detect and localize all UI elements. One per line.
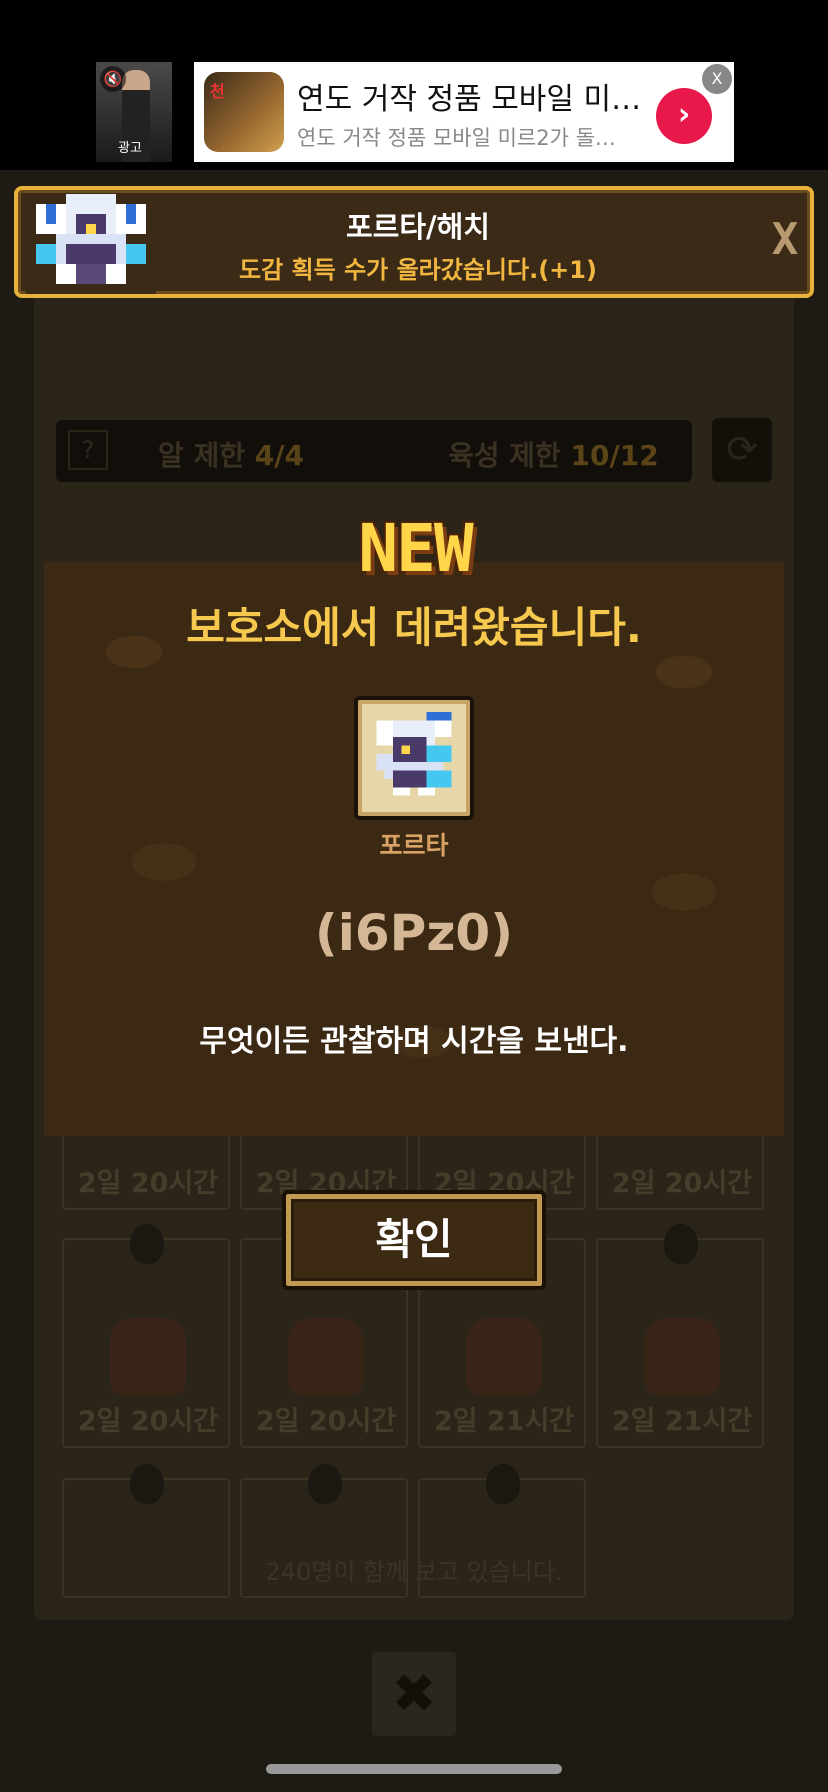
help-button[interactable]: ? xyxy=(68,430,108,470)
pet-name: 포르타 xyxy=(379,831,449,860)
collection-notification: 포르타/해치 도감 획득 수가 올라갔습니다.(+1) X xyxy=(14,186,814,298)
pet-card[interactable] xyxy=(354,696,474,820)
ad-app-logo: 천 xyxy=(204,72,284,152)
new-badge: NEW xyxy=(358,510,473,587)
ad-video-thumbnail[interactable]: 🔇 광고 xyxy=(96,62,172,162)
monster-icon xyxy=(110,1318,186,1396)
ad-open-button[interactable]: › xyxy=(656,88,712,144)
close-screen-button[interactable]: ✖ xyxy=(372,1652,456,1736)
egg-icon xyxy=(664,1224,698,1264)
ad-close-button[interactable]: X xyxy=(702,64,732,94)
monster-icon xyxy=(466,1318,542,1396)
refresh-icon: ⟳ xyxy=(726,427,758,471)
ad-banner: 🔇 광고 천 연도 거작 정품 모바일 미… 연도 거작 정품 모바일 미르2가… xyxy=(0,0,828,170)
chevron-right-icon: › xyxy=(677,97,691,132)
egg-limit: 알 제한 4/4 xyxy=(158,439,304,472)
egg-icon xyxy=(308,1464,342,1504)
home-indicator[interactable] xyxy=(266,1764,562,1774)
egg-icon xyxy=(130,1224,164,1264)
stats-bar: ? 알 제한 4/4 육성 제한 10/12 xyxy=(56,420,692,482)
pet-description: 무엇이든 관찰하며 시간을 보낸다. xyxy=(199,1024,629,1059)
ad-label: 광고 xyxy=(118,141,142,156)
notification-subtitle: 도감 획득 수가 올라갔습니다.(+1) xyxy=(239,256,597,284)
refresh-button[interactable]: ⟳ xyxy=(712,418,772,482)
pet-code: (i6Pz0) xyxy=(314,904,514,962)
ad-subtitle: 연도 거작 정품 모바일 미르2가 돌… xyxy=(297,126,616,150)
ad-title: 연도 거작 정품 모바일 미… xyxy=(297,82,642,117)
porta-portrait-icon xyxy=(368,712,460,804)
egg-slot[interactable]: 2일 21시간 xyxy=(596,1224,764,1448)
notification-close-button[interactable]: X xyxy=(760,212,810,268)
viewers-message: 240명이 함께 보고 있습니다. xyxy=(265,1558,563,1586)
notification-title: 포르타/해치 xyxy=(346,210,490,244)
monster-icon xyxy=(288,1318,364,1396)
confirm-button[interactable]: 확인 xyxy=(282,1190,546,1290)
raise-limit: 육성 제한 10/12 xyxy=(448,439,659,472)
egg-icon xyxy=(486,1464,520,1504)
egg-slot[interactable]: 2일 20시간 xyxy=(62,1224,230,1448)
mute-icon[interactable]: 🔇 xyxy=(100,66,126,92)
ad-card[interactable]: 천 연도 거작 정품 모바일 미… 연도 거작 정품 모바일 미르2가 돌… › xyxy=(194,62,734,162)
modal-title: 보호소에서 데려왔습니다. xyxy=(186,603,642,652)
monster-icon xyxy=(644,1318,720,1396)
egg-icon xyxy=(130,1464,164,1504)
